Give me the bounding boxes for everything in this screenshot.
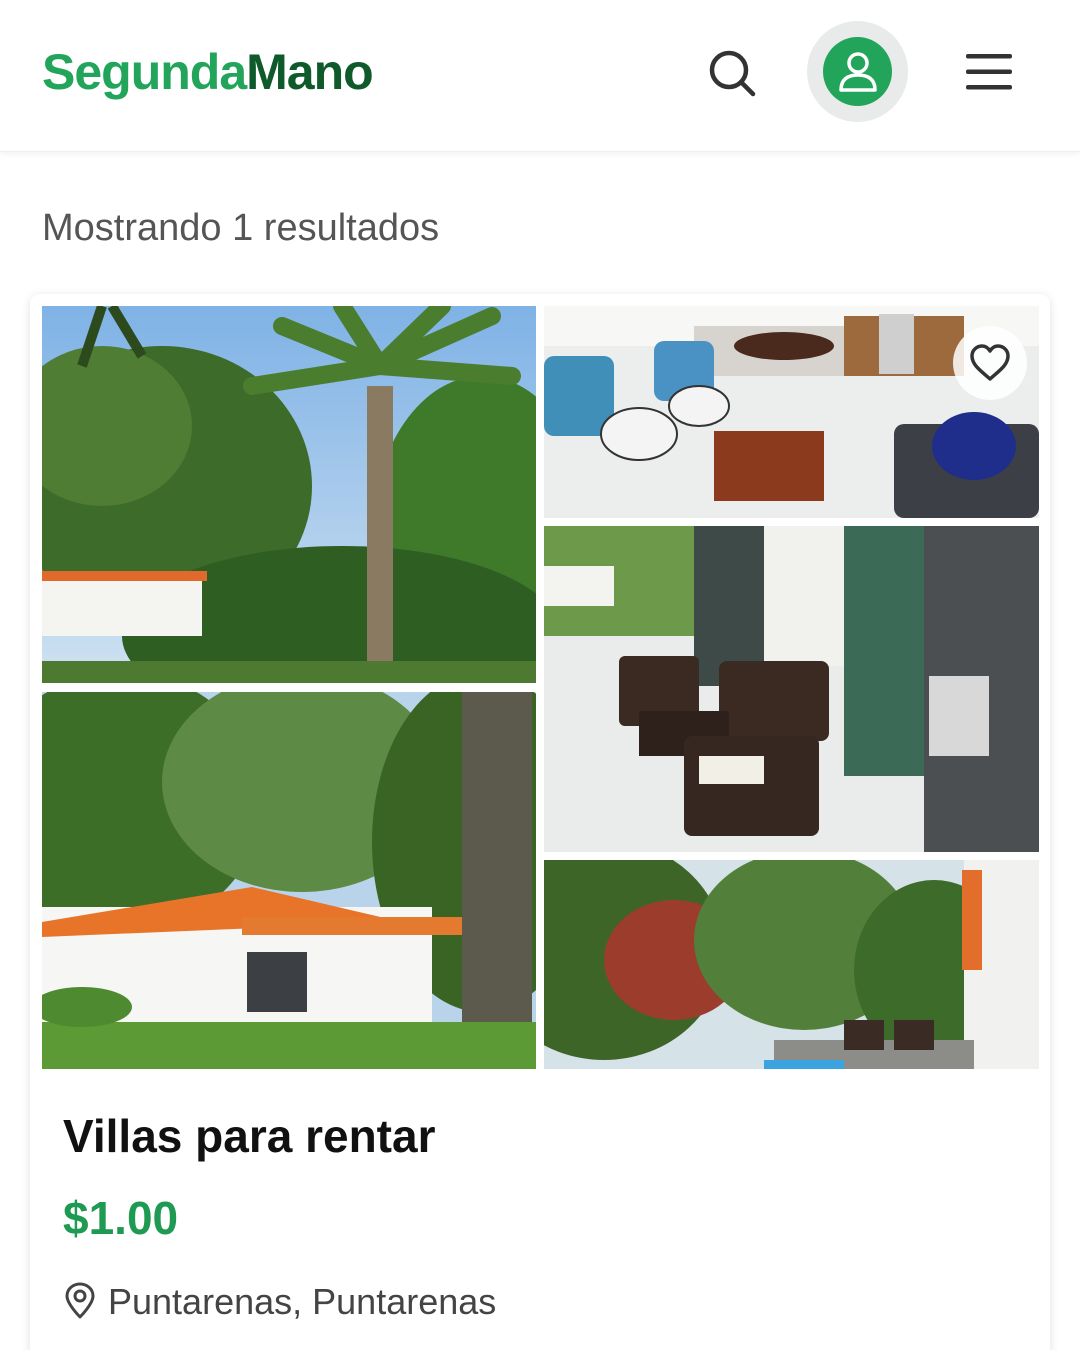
top-header: SegundaMano	[0, 0, 1080, 152]
photo-terrace[interactable]	[544, 526, 1039, 852]
photo-villa-exterior[interactable]	[42, 692, 536, 1069]
map-pin-icon	[63, 1282, 97, 1320]
avatar	[823, 37, 892, 106]
user-icon	[839, 52, 877, 92]
account-button[interactable]	[807, 21, 908, 122]
listing-location: Puntarenas, Puntarenas	[108, 1281, 497, 1322]
site-logo[interactable]: SegundaMano	[42, 42, 374, 102]
logo-part2: Mano	[246, 44, 374, 100]
heart-icon	[970, 344, 1010, 381]
logo-part1: Segunda	[42, 44, 247, 100]
favorite-button[interactable]	[953, 326, 1027, 400]
photo-garden[interactable]	[544, 860, 1039, 1069]
listing-title[interactable]: Villas para rentar	[63, 1108, 435, 1164]
photo-palm-trees[interactable]	[42, 306, 536, 683]
results-count: Mostrando 1 resultados	[42, 207, 440, 249]
listing-price: $1.00	[63, 1192, 179, 1244]
search-button[interactable]	[702, 44, 762, 104]
menu-button[interactable]	[962, 48, 1016, 96]
hamburger-menu-icon	[966, 54, 1012, 90]
search-icon	[709, 50, 756, 97]
